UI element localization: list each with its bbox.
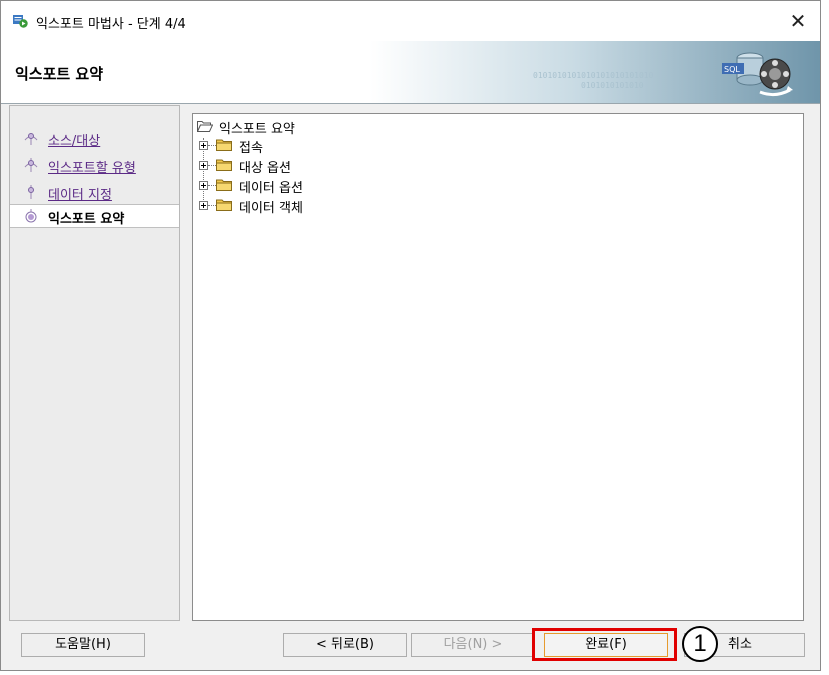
title-bar: 익스포트 마법사 - 단계 4/4 ✕ (1, 1, 820, 41)
page-header-banner: 익스포트 요약 0101010101010101010101010 010101… (1, 41, 820, 104)
folder-icon (216, 139, 232, 151)
step-dot-icon (28, 185, 34, 199)
step-dot-icon (24, 158, 38, 172)
sql-database-graphic: SQL (722, 52, 793, 97)
folder-icon (216, 199, 232, 211)
window-title: 익스포트 마법사 - 단계 4/4 (36, 17, 186, 32)
banner-binary-text-2: 0101010101010 (581, 81, 644, 90)
banner-binary-text: 0101010101010101010101010 (533, 71, 654, 80)
folder-icon (216, 159, 232, 171)
plus-expand-icon[interactable] (199, 141, 208, 150)
close-button[interactable]: ✕ (784, 7, 812, 35)
help-button[interactable]: 도움말(H) (21, 633, 145, 657)
step-label: 소스/대상 (48, 134, 101, 149)
cancel-label: 취소 (728, 637, 752, 652)
step-dot-icon (25, 209, 37, 223)
step-export-type[interactable]: 익스포트할 유형 (10, 154, 179, 176)
step-label: 익스포트할 유형 (48, 161, 136, 176)
svg-text:SQL: SQL (724, 65, 740, 74)
back-button[interactable]: < 뒤로(B) (283, 633, 407, 657)
finish-highlight-box (532, 628, 677, 661)
tree-item-label: 접속 (239, 141, 263, 156)
next-button[interactable]: 다음(N) > (411, 633, 535, 657)
summary-tree-panel: 익스포트 요약 접속 대상 옵션 데이터 옵션 데이터 객체 (192, 113, 804, 621)
plus-expand-icon[interactable] (199, 181, 208, 190)
close-icon: ✕ (789, 9, 807, 33)
tree-item-label: 데이터 옵션 (239, 181, 303, 196)
folder-icon (216, 179, 232, 191)
step-label: 익스포트 요약 (48, 212, 125, 227)
export-wizard-window: 익스포트 마법사 - 단계 4/4 ✕ 익스포트 요약 010101010101… (0, 0, 821, 671)
tree-item-label: 데이터 객체 (239, 201, 303, 216)
plus-expand-icon[interactable] (199, 201, 208, 210)
page-title: 익스포트 요약 (15, 65, 104, 83)
step-callout-badge: 1 (682, 626, 718, 662)
plus-expand-icon[interactable] (199, 161, 208, 170)
tree-item-label: 대상 옵션 (239, 161, 291, 176)
wizard-steps-panel: 소스/대상 익스포트할 유형 데이터 지정 익스포트 요약 (9, 105, 180, 621)
step-label: 데이터 지정 (48, 188, 112, 203)
step-dot-icon (24, 133, 38, 145)
open-folder-icon (197, 121, 213, 132)
step-source-target[interactable]: 소스/대상 (10, 127, 179, 149)
step-specify-data[interactable]: 데이터 지정 (10, 181, 179, 203)
step-export-summary[interactable]: 익스포트 요약 (10, 204, 179, 228)
tree-root-label: 익스포트 요약 (219, 122, 295, 137)
wizard-app-icon (13, 15, 28, 28)
